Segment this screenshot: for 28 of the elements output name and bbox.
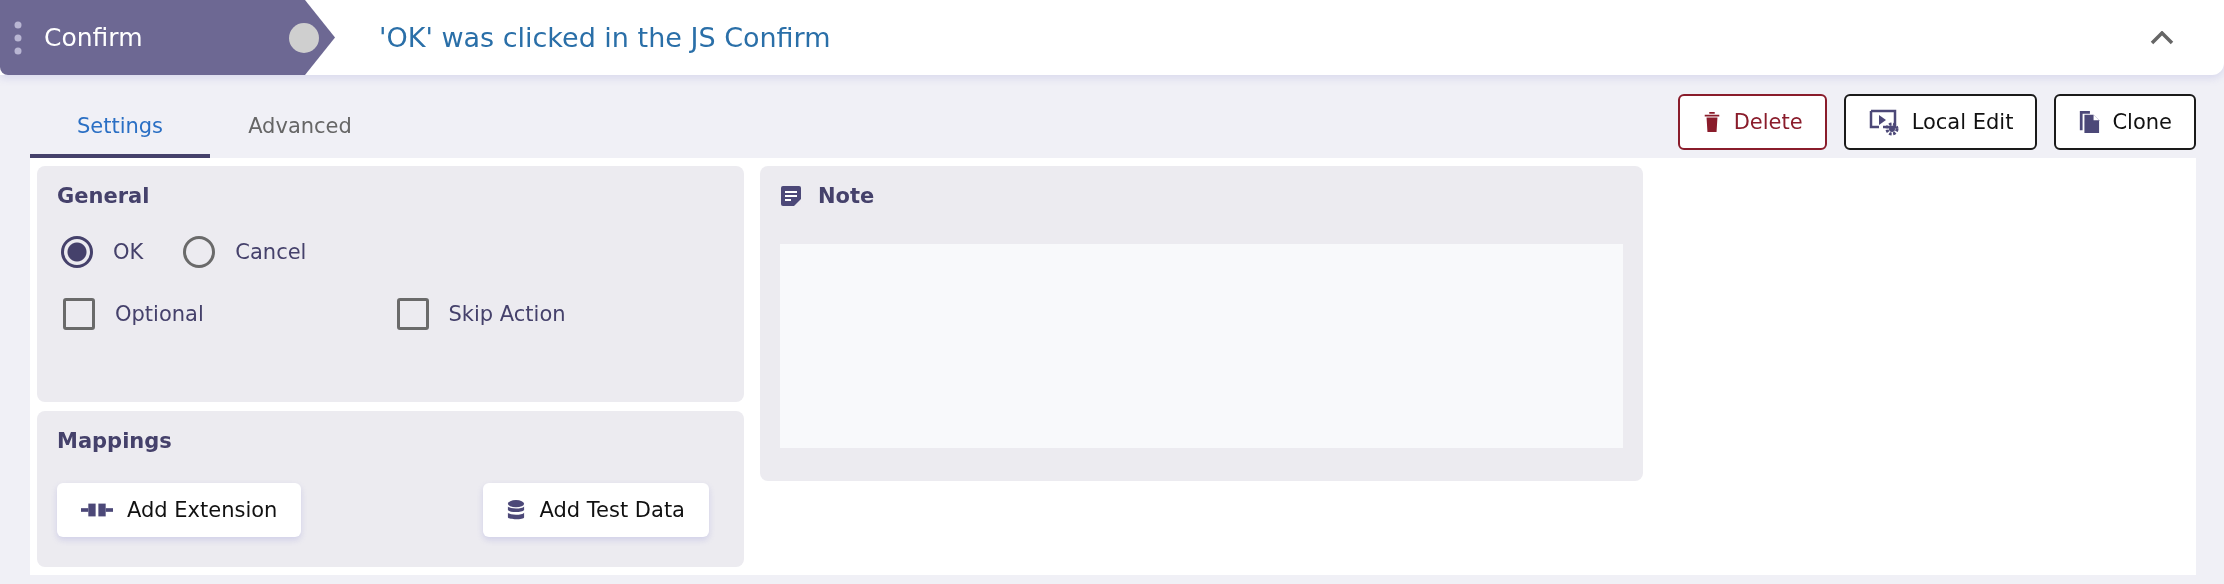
step-name: Confirm: [44, 23, 144, 52]
local-edit-button[interactable]: Local Edit: [1843, 93, 2038, 150]
copy-icon: [2078, 108, 2101, 135]
panel-title: Mappings: [57, 429, 173, 453]
video-settings-icon: [1867, 107, 1900, 136]
chevron-icon: [2150, 30, 2174, 45]
delete-button[interactable]: Delete: [1677, 93, 1827, 150]
radio-button[interactable]: [61, 236, 93, 268]
clone-button[interactable]: Clone: [2054, 93, 2196, 150]
checkbox[interactable]: [396, 298, 429, 330]
panel-title: Note: [818, 184, 875, 208]
radio-option[interactable]: Cancel: [179, 236, 307, 268]
database-icon: [507, 499, 526, 521]
drag-handle-icon[interactable]: [14, 20, 22, 55]
add-extension-button[interactable]: Add Extension: [57, 483, 302, 537]
step-description: 'OK' was clicked in the JS Confirm: [379, 22, 832, 53]
panel-title: General: [57, 184, 151, 208]
status-dot-icon: [289, 22, 319, 53]
tab[interactable]: Advanced: [210, 98, 390, 158]
checkbox-label: Optional: [115, 302, 204, 326]
checkbox[interactable]: [63, 298, 95, 330]
checkbox-label: Skip Action: [448, 302, 566, 326]
radio-option[interactable]: OK: [57, 236, 144, 268]
radio-label: OK: [113, 240, 144, 264]
add-test-data-button[interactable]: Add Test Data: [483, 483, 709, 537]
note-icon: [780, 185, 802, 207]
radio-label: Cancel: [235, 240, 307, 264]
radio-button[interactable]: [183, 236, 216, 268]
